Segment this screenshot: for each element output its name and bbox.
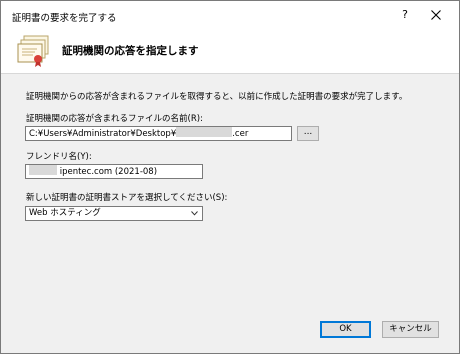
- title-bar: 証明書の要求を完了する ?: [1, 1, 459, 29]
- certificate-icon: [17, 35, 49, 67]
- masked-region: [176, 127, 233, 137]
- store-select[interactable]: Web ホスティング: [25, 206, 203, 221]
- store-label: 新しい証明書の証明書ストアを選択してください(S):: [26, 193, 228, 203]
- dialog-window: 証明書の要求を完了する ? 証明機関の応答を指定します 証明機関からの応答が含ま…: [0, 0, 460, 354]
- chevron-down-icon: [191, 211, 198, 216]
- cancel-button[interactable]: キャンセル: [382, 321, 439, 338]
- ok-button[interactable]: OK: [320, 321, 371, 338]
- masked-region: [29, 165, 57, 175]
- window-title: 証明書の要求を完了する: [12, 13, 117, 24]
- file-path-suffix: .cer: [232, 129, 249, 139]
- close-button[interactable]: [421, 6, 451, 24]
- close-icon: [431, 10, 441, 20]
- friendly-name-input[interactable]: ipentec.com (2021-08): [25, 164, 203, 179]
- description-text: 証明機関からの応答が含まれるファイルを取得すると、以前に作成した証明書の要求が完…: [26, 92, 408, 102]
- browse-button[interactable]: ...: [297, 126, 319, 141]
- file-name-input[interactable]: C:¥Users¥Administrator¥Desktop¥ .cer: [25, 126, 292, 141]
- friendly-name-label: フレンドリ名(Y):: [26, 152, 92, 162]
- store-selected-value: Web ホスティング: [29, 208, 101, 218]
- header-panel: 証明機関の応答を指定します: [1, 29, 459, 74]
- header-title: 証明機関の応答を指定します: [62, 45, 199, 57]
- file-path-prefix: C:¥Users¥Administrator¥Desktop¥: [29, 129, 177, 139]
- help-button[interactable]: ?: [393, 6, 417, 24]
- friendly-name-value: ipentec.com (2021-08): [59, 167, 158, 177]
- file-name-label: 証明機関の応答が含まれるファイルの名前(R):: [26, 114, 203, 124]
